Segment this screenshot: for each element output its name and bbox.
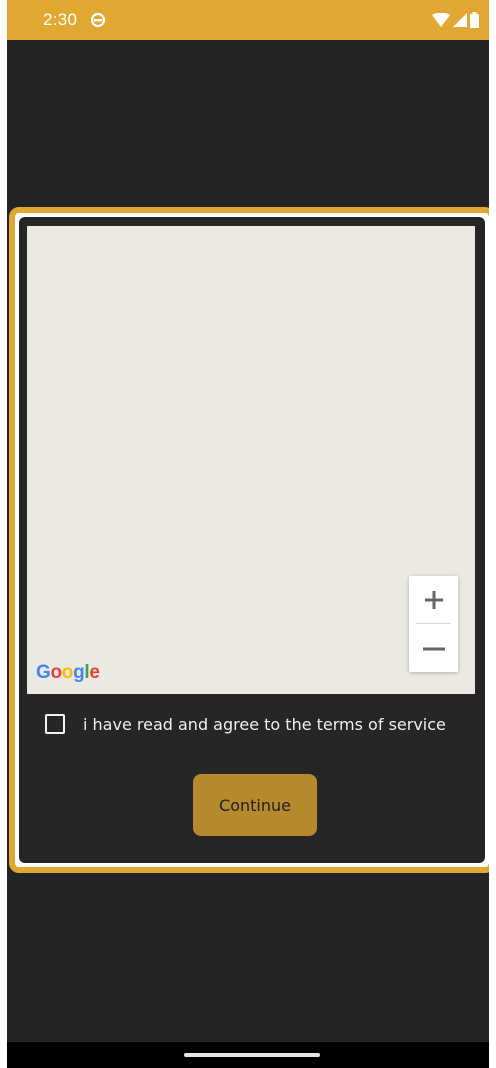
zoom-in-button[interactable] xyxy=(409,576,458,623)
plus-icon xyxy=(424,590,443,609)
battery-icon xyxy=(470,12,479,28)
zoom-divider xyxy=(416,623,451,624)
dialog-content: Google i have read and agree to the term… xyxy=(19,217,485,863)
signal-icon xyxy=(453,13,467,27)
terms-row[interactable]: i have read and agree to the terms of se… xyxy=(45,709,446,739)
minus-icon xyxy=(422,647,445,650)
status-bar: 2:30 xyxy=(7,0,489,40)
zoom-out-button[interactable] xyxy=(409,625,458,672)
google-logo: Google xyxy=(36,662,100,683)
zoom-controls xyxy=(409,576,458,672)
map-view[interactable]: Google xyxy=(27,226,475,694)
wifi-icon xyxy=(432,13,450,27)
home-handle[interactable] xyxy=(184,1053,320,1057)
continue-button[interactable]: Continue xyxy=(193,774,317,836)
terms-label: i have read and agree to the terms of se… xyxy=(83,714,446,734)
app-screen: 2:30 Google i have read and agree to the… xyxy=(7,0,489,1068)
circle-status-icon xyxy=(90,12,106,28)
navigation-bar xyxy=(7,1042,489,1068)
status-time: 2:30 xyxy=(43,10,78,29)
terms-dialog: Google i have read and agree to the term… xyxy=(9,207,489,873)
status-icons xyxy=(432,12,479,28)
terms-checkbox[interactable] xyxy=(45,714,65,734)
